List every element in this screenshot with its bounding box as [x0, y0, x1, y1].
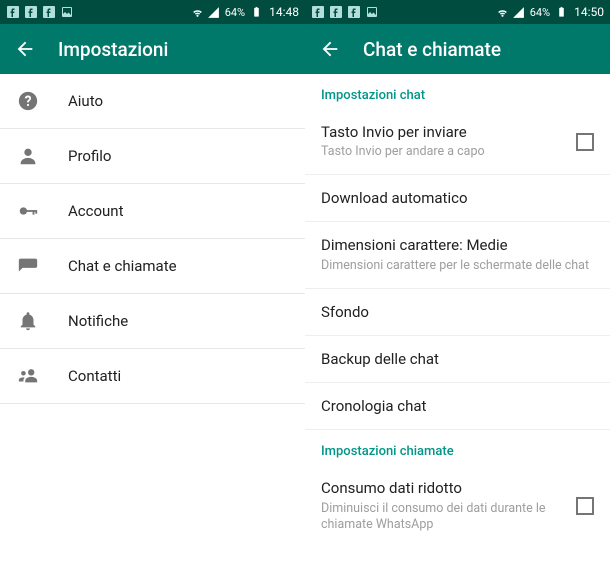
setting-subtitle: Tasto Invio per andare a capo [321, 144, 566, 161]
setting-title: Sfondo [321, 302, 594, 322]
setting-title: Backup delle chat [321, 349, 594, 369]
bell-icon [16, 309, 40, 333]
settings-item-help[interactable]: Aiuto [0, 74, 305, 129]
section-header-calls: Impostazioni chiamate [305, 430, 610, 465]
app-bar: Chat e chiamate [305, 24, 610, 74]
status-bar: 64% 14:50 [305, 0, 610, 24]
facebook-icon [42, 5, 56, 19]
setting-enter-to-send[interactable]: Tasto Invio per inviare Tasto Invio per … [305, 109, 610, 175]
clock: 14:48 [269, 5, 299, 19]
setting-title: Download automatico [321, 188, 594, 208]
chat-icon [16, 254, 40, 278]
setting-title: Consumo dati ridotto [321, 478, 566, 498]
item-label: Notifiche [68, 312, 128, 330]
key-icon [16, 199, 40, 223]
setting-subtitle: Dimensioni carattere per le schermate de… [321, 258, 594, 275]
status-bar: 64% 14:48 [0, 0, 305, 24]
battery-icon [554, 5, 568, 19]
setting-subtitle: Diminuisci il consumo dei dati durante l… [321, 501, 566, 535]
battery-percent: 64% [225, 6, 245, 19]
screen-settings: 64% 14:48 Impostazioni Aiuto Profilo Acc… [0, 0, 305, 563]
signal-icon [207, 5, 221, 19]
back-button[interactable] [14, 38, 36, 60]
facebook-icon [6, 5, 20, 19]
settings-item-account[interactable]: Account [0, 184, 305, 239]
item-label: Profilo [68, 147, 111, 165]
section-header-chat: Impostazioni chat [305, 74, 610, 109]
settings-list: Aiuto Profilo Account Chat e chiamate No… [0, 74, 305, 563]
setting-title: Tasto Invio per inviare [321, 122, 566, 142]
battery-icon [249, 5, 263, 19]
page-title: Chat e chiamate [363, 38, 501, 61]
item-label: Contatti [68, 367, 121, 385]
settings-item-notifications[interactable]: Notifiche [0, 294, 305, 349]
wifi-icon [191, 5, 205, 19]
chat-settings-list: Impostazioni chat Tasto Invio per inviar… [305, 74, 610, 563]
wifi-icon [496, 5, 510, 19]
checkbox[interactable] [576, 133, 594, 151]
back-button[interactable] [319, 38, 341, 60]
settings-item-chat[interactable]: Chat e chiamate [0, 239, 305, 294]
item-label: Account [68, 202, 124, 220]
item-label: Aiuto [68, 92, 103, 110]
battery-percent: 64% [530, 6, 550, 19]
person-icon [16, 144, 40, 168]
people-icon [16, 364, 40, 388]
setting-auto-download[interactable]: Download automatico [305, 175, 610, 222]
setting-font-size[interactable]: Dimensioni carattere: Medie Dimensioni c… [305, 222, 610, 288]
checkbox[interactable] [576, 497, 594, 515]
page-title: Impostazioni [58, 38, 168, 61]
screen-chat-settings: 64% 14:50 Chat e chiamate Impostazioni c… [305, 0, 610, 563]
facebook-icon [24, 5, 38, 19]
setting-low-data[interactable]: Consumo dati ridotto Diminuisci il consu… [305, 465, 610, 547]
setting-backup[interactable]: Backup delle chat [305, 336, 610, 383]
facebook-icon [347, 5, 361, 19]
setting-title: Cronologia chat [321, 396, 594, 416]
setting-wallpaper[interactable]: Sfondo [305, 289, 610, 336]
signal-icon [512, 5, 526, 19]
setting-title: Dimensioni carattere: Medie [321, 235, 594, 255]
app-bar: Impostazioni [0, 24, 305, 74]
item-label: Chat e chiamate [68, 257, 177, 275]
settings-item-profile[interactable]: Profilo [0, 129, 305, 184]
image-icon [365, 5, 379, 19]
settings-item-contacts[interactable]: Contatti [0, 349, 305, 404]
facebook-icon [329, 5, 343, 19]
help-icon [16, 89, 40, 113]
image-icon [60, 5, 74, 19]
facebook-icon [311, 5, 325, 19]
clock: 14:50 [574, 5, 604, 19]
setting-history[interactable]: Cronologia chat [305, 383, 610, 430]
